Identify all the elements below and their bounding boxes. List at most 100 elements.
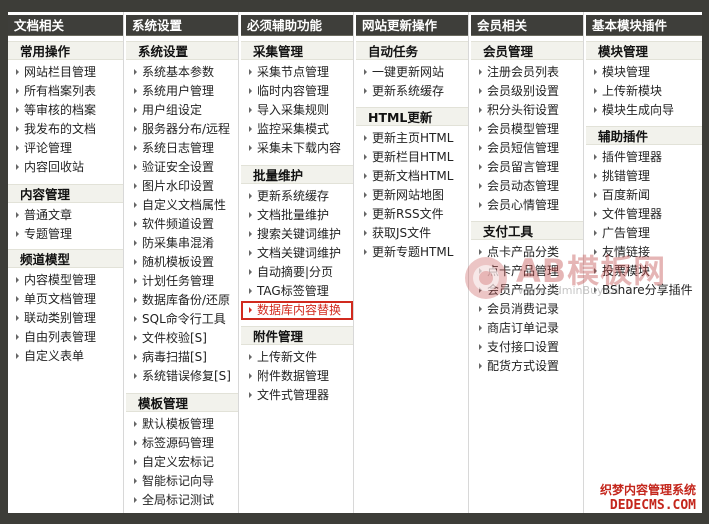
menu-item[interactable]: 会员动态管理 xyxy=(471,177,583,196)
menu-item[interactable]: 会员产品分类 xyxy=(471,281,583,300)
menu-item[interactable]: 搜索关键词维护 xyxy=(241,225,353,244)
menu-item[interactable]: 插件管理器 xyxy=(586,148,702,167)
menu-item[interactable]: 会员留言管理 xyxy=(471,158,583,177)
menu-item-label: 会员留言管理 xyxy=(487,160,560,174)
menu-item[interactable]: 等审核的档案 xyxy=(8,101,123,120)
menu-item[interactable]: 会员模型管理 xyxy=(471,120,583,139)
menu-item[interactable]: 文件校验[S] xyxy=(126,329,238,348)
menu-item[interactable]: 随机模板设置 xyxy=(126,253,238,272)
menu-item[interactable]: 会员心情管理 xyxy=(471,196,583,215)
menu-item-label: 等审核的档案 xyxy=(24,103,97,117)
menu-item[interactable]: 文档关键词维护 xyxy=(241,244,353,263)
menu-item[interactable]: 图片水印设置 xyxy=(126,177,238,196)
menu-item[interactable]: 软件频道设置 xyxy=(126,215,238,234)
menu-item[interactable]: 广告管理 xyxy=(586,224,702,243)
menu-item[interactable]: BShare分享插件 xyxy=(586,281,702,300)
menu-item[interactable]: 监控采集模式 xyxy=(241,120,353,139)
bullet-arrow-icon xyxy=(134,183,137,189)
menu-item[interactable]: 导入采集规则 xyxy=(241,101,353,120)
menu-item[interactable]: 所有档案列表 xyxy=(8,82,123,101)
menu-item[interactable]: 智能标记向导 xyxy=(126,472,238,491)
menu-item-label: 积分头衔设置 xyxy=(487,103,560,117)
menu-item[interactable]: 我发布的文档 xyxy=(8,120,123,139)
menu-item[interactable]: 防采集串混淆 xyxy=(126,234,238,253)
menu-item[interactable]: 病毒扫描[S] xyxy=(126,348,238,367)
menu-item-label: 单页文档管理 xyxy=(24,292,97,306)
menu-item[interactable]: 商店订单记录 xyxy=(471,319,583,338)
menu-item[interactable]: 系统错误修复[S] xyxy=(126,367,238,386)
bullet-arrow-icon xyxy=(134,373,137,379)
menu-item[interactable]: 更新文档HTML xyxy=(356,167,468,186)
menu-item[interactable]: 服务器分布/远程 xyxy=(126,120,238,139)
menu-item[interactable]: 会员级别设置 xyxy=(471,82,583,101)
menu-item[interactable]: 点卡产品管理 xyxy=(471,262,583,281)
menu-item[interactable]: 数据库备份/还原 xyxy=(126,291,238,310)
bullet-arrow-icon xyxy=(16,315,19,321)
menu-item[interactable]: 自定义文档属性 xyxy=(126,196,238,215)
menu-item[interactable]: 系统基本参数 xyxy=(126,63,238,82)
menu-item-label: 临时内容管理 xyxy=(257,84,330,98)
menu-item[interactable]: 普通文章 xyxy=(8,206,123,225)
menu-item[interactable]: 点卡产品分类 xyxy=(471,243,583,262)
menu-item[interactable]: 更新专题HTML xyxy=(356,243,468,262)
menu-item-label: 联动类别管理 xyxy=(24,311,97,325)
bullet-arrow-icon xyxy=(134,497,137,503)
menu-item-list: 更新主页HTML 更新栏目HTML 更新文档HTML 更新网站地图 更新RSS文件 获取J… xyxy=(356,129,468,262)
menu-item[interactable]: TAG标签管理 xyxy=(241,282,353,301)
menu-item[interactable]: 会员消费记录 xyxy=(471,300,583,319)
menu-item[interactable]: 更新主页HTML xyxy=(356,129,468,148)
menu-item[interactable]: 上传新模块 xyxy=(586,82,702,101)
menu-item[interactable]: 内容回收站 xyxy=(8,158,123,177)
menu-item[interactable]: 支付接口设置 xyxy=(471,338,583,357)
menu-item[interactable]: 友情链接 xyxy=(586,243,702,262)
menu-item[interactable]: 会员短信管理 xyxy=(471,139,583,158)
menu-item[interactable]: 临时内容管理 xyxy=(241,82,353,101)
menu-item[interactable]: 自定义表单 xyxy=(8,347,123,366)
menu-item[interactable]: 更新RSS文件 xyxy=(356,205,468,224)
menu-item-label: 软件频道设置 xyxy=(142,217,215,231)
menu-item[interactable]: 采集节点管理 xyxy=(241,63,353,82)
menu-item[interactable]: 系统用户管理 xyxy=(126,82,238,101)
menu-item[interactable]: 标签源码管理 xyxy=(126,434,238,453)
menu-item[interactable]: 文件式管理器 xyxy=(241,386,353,405)
menu-item[interactable]: 单页文档管理 xyxy=(8,290,123,309)
menu-item[interactable]: 内容模型管理 xyxy=(8,271,123,290)
menu-item-list: 一键更新网站 更新系统缓存 xyxy=(356,63,468,101)
menu-item[interactable]: 模块管理 xyxy=(586,63,702,82)
menu-item[interactable]: 评论管理 xyxy=(8,139,123,158)
menu-item[interactable]: 更新系统缓存 xyxy=(356,82,468,101)
menu-item[interactable]: 自动摘要|分页 xyxy=(241,263,353,282)
menu-item[interactable]: 专题管理 xyxy=(8,225,123,244)
menu-item[interactable]: 计划任务管理 xyxy=(126,272,238,291)
menu-item[interactable]: 附件数据管理 xyxy=(241,367,353,386)
menu-item-highlighted[interactable]: 数据库内容替换 xyxy=(241,301,353,320)
menu-item[interactable]: 用户组设定 xyxy=(126,101,238,120)
menu-item[interactable]: 百度新闻 xyxy=(586,186,702,205)
menu-item[interactable]: 更新系统缓存 xyxy=(241,187,353,206)
menu-item[interactable]: 模块生成向导 xyxy=(586,101,702,120)
menu-item[interactable]: 挑错管理 xyxy=(586,167,702,186)
menu-item[interactable]: 文档批量维护 xyxy=(241,206,353,225)
menu-item[interactable]: 积分头衔设置 xyxy=(471,101,583,120)
menu-item[interactable]: 采集未下载内容 xyxy=(241,139,353,158)
menu-item[interactable]: 默认模板管理 xyxy=(126,415,238,434)
menu-item[interactable]: 文件管理器 xyxy=(586,205,702,224)
menu-item[interactable]: 配货方式设置 xyxy=(471,357,583,376)
menu-item[interactable]: 获取JS文件 xyxy=(356,224,468,243)
menu-item[interactable]: 自定义宏标记 xyxy=(126,453,238,472)
menu-item[interactable]: 全局标记测试 xyxy=(126,491,238,510)
menu-item[interactable]: 更新网站地图 xyxy=(356,186,468,205)
menu-item[interactable]: 投票模块 xyxy=(586,262,702,281)
menu-item[interactable]: SQL命令行工具 xyxy=(126,310,238,329)
menu-item[interactable]: 上传新文件 xyxy=(241,348,353,367)
bullet-arrow-icon xyxy=(594,107,597,113)
menu-item[interactable]: 一键更新网站 xyxy=(356,63,468,82)
menu-item[interactable]: 网站栏目管理 xyxy=(8,63,123,82)
column-header: 网站更新操作 xyxy=(356,15,468,36)
menu-item[interactable]: 更新栏目HTML xyxy=(356,148,468,167)
menu-item[interactable]: 验证安全设置 xyxy=(126,158,238,177)
menu-item[interactable]: 注册会员列表 xyxy=(471,63,583,82)
menu-item[interactable]: 系统日志管理 xyxy=(126,139,238,158)
menu-item[interactable]: 联动类别管理 xyxy=(8,309,123,328)
menu-item[interactable]: 自由列表管理 xyxy=(8,328,123,347)
